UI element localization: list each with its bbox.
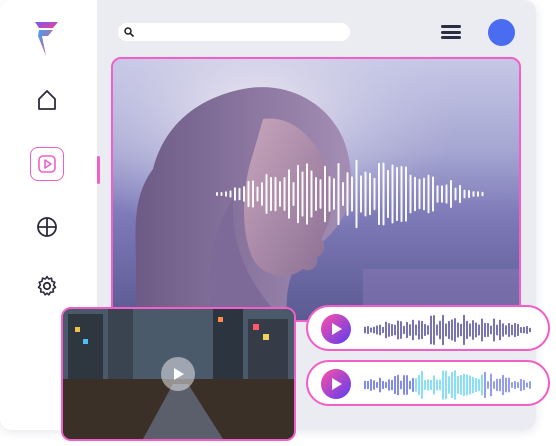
home-icon <box>38 90 56 110</box>
audio-play-button[interactable] <box>321 314 351 344</box>
video-play-button[interactable] <box>161 357 195 391</box>
menu-icon-line <box>441 25 461 28</box>
search-bar[interactable] <box>118 23 350 41</box>
play-icon <box>332 323 342 335</box>
voice-waveform-overlay <box>216 159 484 229</box>
play-icon <box>174 368 184 380</box>
sidebar-item-settings[interactable] <box>24 266 70 306</box>
active-indicator <box>97 156 100 184</box>
menu-button[interactable] <box>441 25 461 39</box>
video-thumbnail[interactable] <box>61 307 296 441</box>
audio-track-1[interactable] <box>306 305 550 351</box>
user-avatar[interactable] <box>488 19 515 46</box>
gear-icon <box>37 275 57 296</box>
play-square-icon <box>38 155 56 173</box>
audio-track-2[interactable] <box>306 360 550 406</box>
sidebar-item-apps[interactable] <box>24 207 70 247</box>
play-icon <box>332 378 342 390</box>
app-logo[interactable] <box>33 20 59 63</box>
search-icon <box>124 27 134 37</box>
pie-chart-icon <box>37 217 57 237</box>
hero-video-preview[interactable] <box>111 57 521 322</box>
menu-icon-line <box>441 36 461 39</box>
audio-play-button[interactable] <box>321 369 351 399</box>
audio-waveform <box>364 370 531 400</box>
search-input[interactable] <box>138 25 350 39</box>
audio-waveform <box>364 314 531 346</box>
sidebar-item-video[interactable] <box>30 147 64 181</box>
menu-icon-line <box>441 30 461 34</box>
sidebar-item-home[interactable] <box>24 80 70 120</box>
